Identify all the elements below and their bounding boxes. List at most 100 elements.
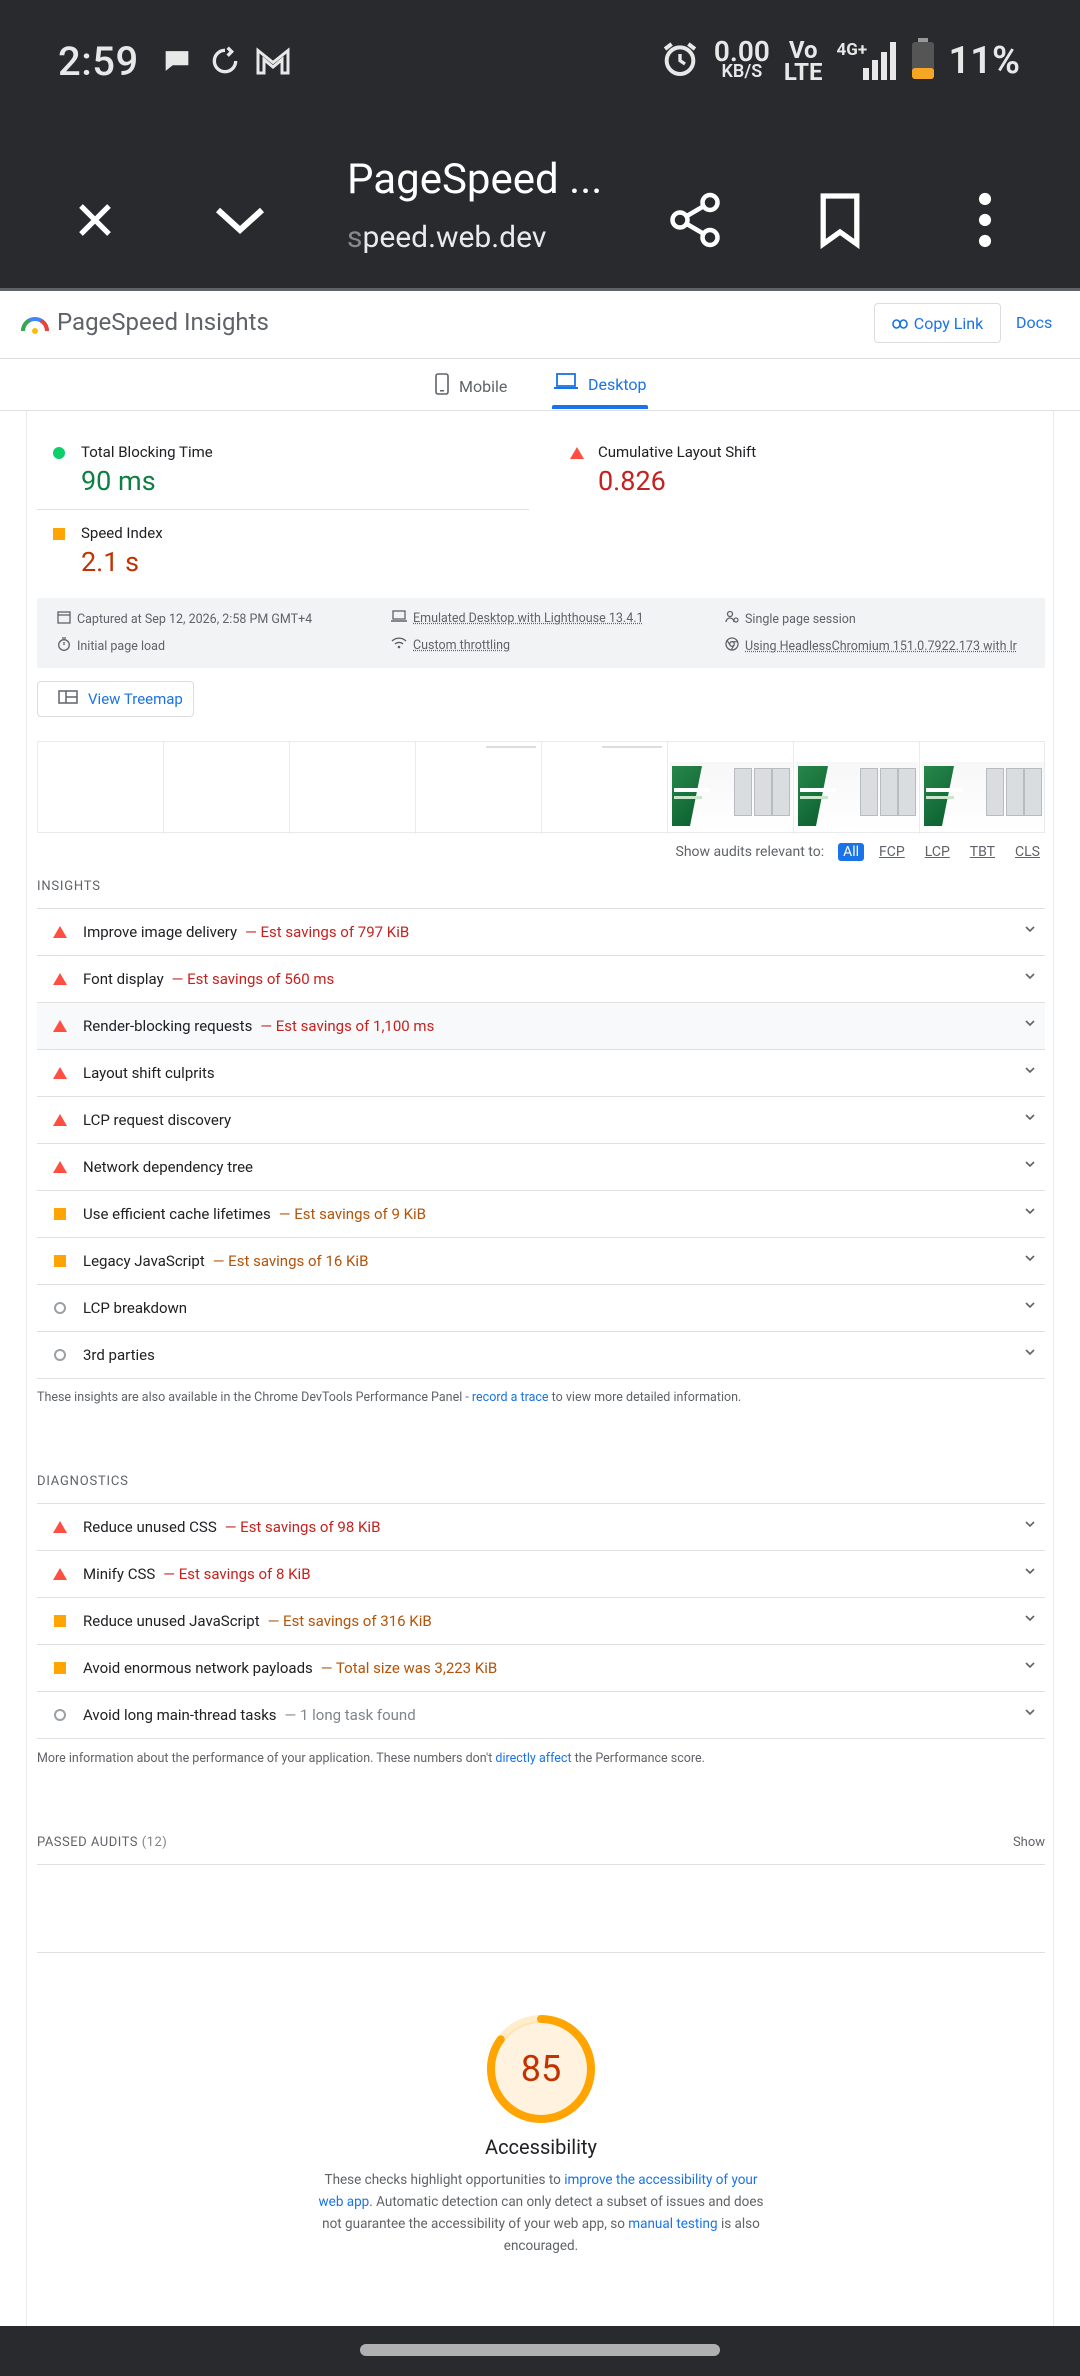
- diagnostics-heading: DIAGNOSTICS: [37, 1474, 129, 1489]
- audit-row[interactable]: LCP request discovery: [37, 1096, 1045, 1143]
- show-passed-button[interactable]: Show: [1013, 1835, 1045, 1850]
- view-treemap-label: View Treemap: [88, 690, 183, 708]
- audit-status: [37, 1615, 83, 1627]
- audit-row[interactable]: 3rd parties: [37, 1331, 1045, 1378]
- filter-fcp[interactable]: FCP: [874, 843, 910, 861]
- chevron-down-icon[interactable]: [1023, 1016, 1037, 1034]
- chevron-down-icon[interactable]: [195, 175, 285, 265]
- chevron-down-icon[interactable]: [1023, 1658, 1037, 1676]
- chevron-down-icon[interactable]: [1023, 1251, 1037, 1269]
- audit-row[interactable]: Legacy JavaScript — Est savings of 16 KiB: [37, 1237, 1045, 1284]
- audit-row[interactable]: Reduce unused JavaScript — Est savings of…: [37, 1597, 1045, 1644]
- status-right-group: 0.00 KB/S Vo LTE 4G+ 11%: [660, 38, 1020, 84]
- note-text: to view more detailed information.: [548, 1390, 742, 1405]
- close-icon[interactable]: [50, 175, 140, 265]
- bookmark-icon[interactable]: [795, 175, 885, 265]
- metric-label: Total Blocking Time: [81, 443, 213, 461]
- emulated-device[interactable]: Emulated Desktop with Lighthouse 13.4.1: [391, 610, 644, 626]
- audit-filter: Show audits relevant to: All FCP LCP TBT…: [676, 843, 1046, 861]
- home-gesture-pill[interactable]: [360, 2344, 720, 2356]
- filmstrip-frame: [38, 742, 164, 834]
- captured-at: Captured at Sep 12, 2026, 2:58 PM GMT+4: [57, 610, 312, 628]
- status-time: 2:59: [58, 38, 139, 85]
- throttling-text: Custom throttling: [413, 637, 511, 653]
- more-menu-icon[interactable]: [940, 175, 1030, 265]
- chevron-down-icon[interactable]: [1023, 969, 1037, 987]
- audit-title: Reduce unused CSS: [83, 1518, 217, 1536]
- passed-audits-header[interactable]: PASSED AUDITS (12) Show: [37, 1835, 1045, 1865]
- audit-row[interactable]: Font display — Est savings of 560 ms: [37, 955, 1045, 1002]
- browser-text: Using HeadlessChromium 151.0.7922.173 wi…: [745, 638, 1017, 654]
- chevron-down-icon[interactable]: [1023, 1204, 1037, 1222]
- audit-savings: — Est savings of 560 ms: [171, 970, 335, 988]
- status-bar: 2:59 0.00 KB/S Vo LTE 4G+ 11%: [0, 0, 1080, 125]
- chevron-down-icon[interactable]: [1023, 1063, 1037, 1081]
- audit-status: [37, 926, 83, 938]
- captured-text: Captured at Sep 12, 2026, 2:58 PM GMT+4: [77, 611, 313, 627]
- audit-savings: — Est savings of 98 KiB: [224, 1518, 381, 1536]
- info-icon: [54, 1302, 66, 1314]
- chevron-down-icon[interactable]: [1023, 1517, 1037, 1535]
- audit-row[interactable]: LCP breakdown: [37, 1284, 1045, 1331]
- gmail-icon: [254, 42, 292, 80]
- fail-icon: [53, 1020, 67, 1032]
- audit-row[interactable]: Reduce unused CSS — Est savings of 98 KiB: [37, 1503, 1045, 1550]
- record-trace-link[interactable]: record a trace: [472, 1390, 549, 1405]
- note-text: These insights are also available in the…: [37, 1390, 472, 1405]
- audit-row[interactable]: Avoid long main-thread tasks — 1 long tas…: [37, 1691, 1045, 1738]
- report-container: Total Blocking Time 90 ms Cumulative Lay…: [26, 411, 1054, 2326]
- manual-testing-link[interactable]: manual testing: [628, 2216, 717, 2232]
- audit-row[interactable]: Network dependency tree: [37, 1143, 1045, 1190]
- chevron-down-icon[interactable]: [1023, 922, 1037, 940]
- filter-cls[interactable]: CLS: [1010, 843, 1045, 861]
- filter-tbt[interactable]: TBT: [965, 843, 1000, 861]
- tab-desktop[interactable]: Desktop: [554, 373, 647, 395]
- psi-title[interactable]: PageSpeed Insights: [57, 308, 269, 336]
- chevron-down-icon[interactable]: [1023, 1564, 1037, 1582]
- pagespeed-logo-icon[interactable]: [20, 309, 50, 339]
- throttling[interactable]: Custom throttling: [391, 637, 510, 653]
- chevron-down-icon[interactable]: [1023, 1611, 1037, 1629]
- audit-title: Network dependency tree: [83, 1158, 253, 1176]
- chevron-down-icon[interactable]: [1023, 1110, 1037, 1128]
- share-icon[interactable]: [650, 175, 740, 265]
- audit-row[interactable]: Minify CSS — Est savings of 8 KiB: [37, 1550, 1045, 1597]
- net-speed-unit: KB/S: [721, 61, 763, 82]
- chevron-down-icon[interactable]: [1023, 1298, 1037, 1316]
- tab-mobile[interactable]: Mobile: [435, 373, 507, 399]
- audit-row[interactable]: Avoid enormous network payloads — Total s…: [37, 1644, 1045, 1691]
- audit-row[interactable]: Improve image delivery — Est savings of 7…: [37, 908, 1045, 955]
- audit-savings: — Est savings of 1,100 ms: [260, 1017, 435, 1035]
- volte-bottom: LTE: [783, 58, 823, 86]
- browser-info[interactable]: Using HeadlessChromium 151.0.7922.173 wi…: [725, 637, 1039, 655]
- active-tab-indicator: [552, 405, 648, 409]
- filter-all[interactable]: All: [838, 843, 865, 861]
- average-icon: [54, 1662, 66, 1674]
- chevron-down-icon[interactable]: [1023, 1705, 1037, 1723]
- chevron-down-icon[interactable]: [1023, 1345, 1037, 1363]
- filter-lcp[interactable]: LCP: [920, 843, 955, 861]
- insights-note: These insights are also available in the…: [37, 1390, 741, 1405]
- audit-title: LCP request discovery: [83, 1111, 232, 1129]
- timer-icon: [57, 637, 71, 655]
- view-treemap-button[interactable]: View Treemap: [37, 681, 194, 717]
- audit-savings: — Est savings of 16 KiB: [212, 1252, 369, 1270]
- audit-row[interactable]: Layout shift culprits: [37, 1049, 1045, 1096]
- metric-value: 2.1 s: [81, 546, 140, 578]
- metric-speed-index: Speed Index 2.1 s: [53, 524, 533, 584]
- tab-mobile-label: Mobile: [459, 376, 508, 396]
- load-text: Initial page load: [77, 638, 165, 654]
- accessibility-description: These checks highlight opportunities to …: [313, 2169, 769, 2257]
- docs-link[interactable]: Docs: [1016, 313, 1052, 332]
- browser-toolbar: PageSpeed ... speed.web.dev: [0, 125, 1080, 288]
- copy-link-button[interactable]: Copy Link: [874, 303, 1001, 343]
- metric-cls: Cumulative Layout Shift 0.826: [570, 443, 1050, 503]
- directly-affect-link[interactable]: directly affect: [495, 1751, 571, 1766]
- chevron-down-icon[interactable]: [1023, 1157, 1037, 1175]
- audit-status: [37, 973, 83, 985]
- copy-link-label: Copy Link: [913, 313, 984, 333]
- audit-row[interactable]: Render-blocking requests — Est savings of…: [37, 1002, 1045, 1049]
- desc-text: These checks highlight opportunities to: [324, 2172, 565, 2188]
- list-end-divider: [37, 1378, 1045, 1379]
- audit-row[interactable]: Use efficient cache lifetimes — Est savin…: [37, 1190, 1045, 1237]
